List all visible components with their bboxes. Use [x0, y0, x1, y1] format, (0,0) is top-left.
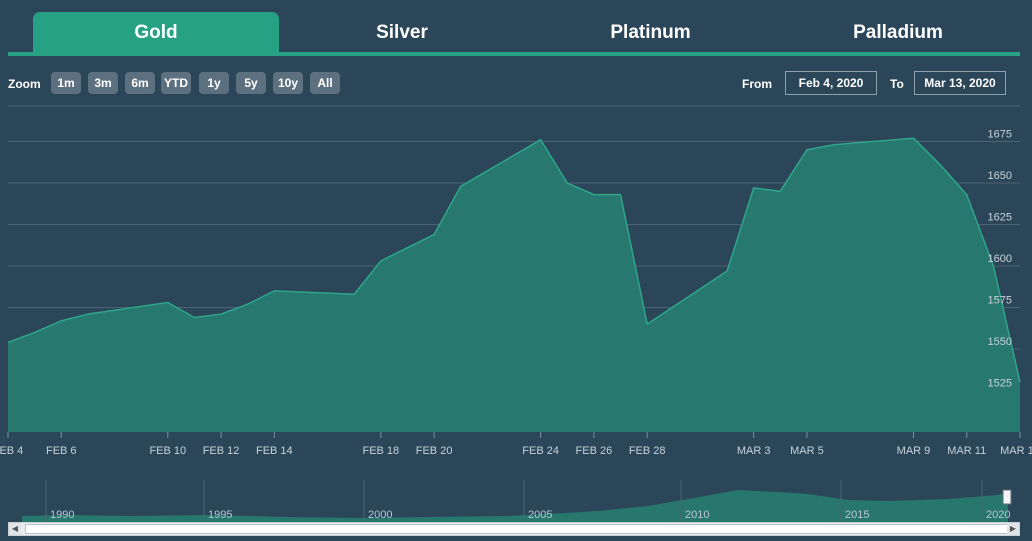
zoom-button-10y[interactable]: 10y	[273, 72, 303, 94]
scrollbar[interactable]: ◀ ▶	[8, 522, 1020, 536]
price-area	[8, 138, 1020, 432]
zoom-button-6m[interactable]: 6m	[125, 72, 155, 94]
x-tick-label: FEB 12	[203, 445, 240, 457]
tab-platinum[interactable]: Platinum	[525, 12, 776, 52]
navigator[interactable]: 1990 1995 2000 2005 2010 2015 2020	[8, 480, 1020, 522]
navigator-year-label: 1990	[50, 509, 74, 521]
y-tick-label: 1600	[988, 253, 1012, 265]
y-tick-label: 1625	[988, 212, 1012, 224]
from-date-input[interactable]	[785, 71, 877, 95]
scroll-right-icon[interactable]: ▶	[1007, 523, 1019, 535]
price-area-chart: 1525155015751600162516501675 FEB 4FEB 6F…	[0, 105, 1032, 457]
zoom-button-ytd[interactable]: YTD	[161, 72, 191, 94]
y-tick-label: 1550	[988, 336, 1012, 348]
tab-underline	[8, 52, 1020, 56]
zoom-button-5y[interactable]: 5y	[236, 72, 266, 94]
navigator-year-label: 2005	[528, 509, 552, 521]
navigator-handle-icon[interactable]	[1002, 489, 1012, 505]
navigator-year-label: 2015	[845, 509, 869, 521]
y-tick-label: 1575	[988, 295, 1012, 307]
x-tick-label: MAR 11	[947, 445, 986, 457]
tab-silver[interactable]: Silver	[279, 12, 525, 52]
y-tick-label: 1675	[988, 129, 1012, 141]
x-tick-label: FEB 28	[629, 445, 666, 457]
x-tick-label: FEB 24	[522, 445, 559, 457]
x-tick-label: MAR 13	[1000, 445, 1032, 457]
scrollbar-thumb[interactable]	[25, 524, 1013, 534]
x-tick-label: FEB 6	[46, 445, 77, 457]
navigator-year-label: 2010	[685, 509, 709, 521]
to-label: To	[890, 77, 904, 91]
x-tick-label: FEB 20	[416, 445, 453, 457]
x-tick-label: FEB 10	[149, 445, 186, 457]
navigator-year-label: 1995	[208, 509, 232, 521]
x-tick-label: MAR 3	[737, 445, 771, 457]
app-root: Gold Silver Platinum Palladium Zoom 1m 3…	[0, 0, 1032, 541]
navigator-year-label: 2020	[986, 509, 1010, 521]
x-tick-label: FEB 18	[362, 445, 399, 457]
x-tick-label: FEB 4	[0, 445, 23, 457]
zoom-button-3m[interactable]: 3m	[88, 72, 118, 94]
from-label: From	[742, 77, 772, 91]
x-axis: FEB 4 FEB 6 FEB 10 FEB 12 FEB 14 FEB 18 FEB 20…	[0, 432, 1032, 457]
zoom-button-all[interactable]: All	[310, 72, 340, 94]
x-tick-label: FEB 14	[256, 445, 293, 457]
zoom-button-1m[interactable]: 1m	[51, 72, 81, 94]
price-series	[7, 137, 1021, 432]
y-tick-label: 1650	[988, 170, 1012, 182]
tab-gold[interactable]: Gold	[33, 12, 279, 52]
navigator-year-label: 2000	[368, 509, 392, 521]
x-tick-label: MAR 5	[790, 445, 824, 457]
x-tick-label: MAR 9	[897, 445, 931, 457]
metal-tabs: Gold Silver Platinum Palladium	[8, 12, 1020, 52]
zoom-label: Zoom	[8, 77, 41, 91]
tab-palladium[interactable]: Palladium	[776, 12, 1020, 52]
y-tick-label: 1525	[988, 378, 1012, 390]
to-date-input[interactable]	[914, 71, 1006, 95]
zoom-button-1y[interactable]: 1y	[199, 72, 229, 94]
scroll-left-icon[interactable]: ◀	[9, 523, 21, 535]
x-tick-label: FEB 26	[576, 445, 613, 457]
range-toolbar: Zoom 1m 3m 6m YTD 1y 5y 10y All From To	[0, 70, 1032, 98]
